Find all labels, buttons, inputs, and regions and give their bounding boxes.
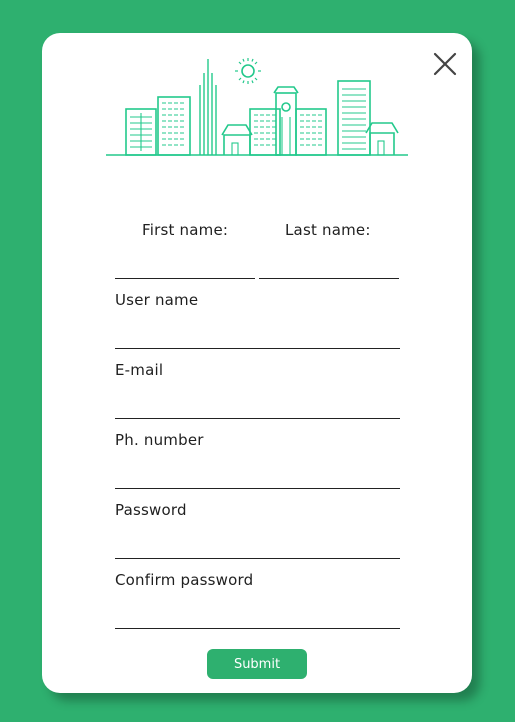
submit-button[interactable]: Submit (207, 649, 307, 679)
username-label: User name (115, 291, 199, 309)
username-input[interactable] (115, 325, 400, 349)
password-input[interactable] (115, 535, 400, 559)
close-icon[interactable] (432, 51, 458, 77)
city-skyline-illustration (106, 58, 408, 156)
password-label: Password (115, 501, 187, 519)
confirm-password-label: Confirm password (115, 571, 254, 589)
signup-card: First name: Last name: User name E-mail … (42, 33, 472, 693)
last-name-input[interactable] (259, 255, 399, 279)
email-input[interactable] (115, 395, 400, 419)
email-label: E-mail (115, 361, 164, 379)
confirm-password-input[interactable] (115, 605, 400, 629)
first-name-label: First name: (142, 221, 229, 239)
first-name-input[interactable] (115, 255, 255, 279)
phone-label: Ph. number (115, 431, 204, 449)
sun-icon (235, 58, 261, 84)
phone-input[interactable] (115, 465, 400, 489)
last-name-label: Last name: (285, 221, 371, 239)
